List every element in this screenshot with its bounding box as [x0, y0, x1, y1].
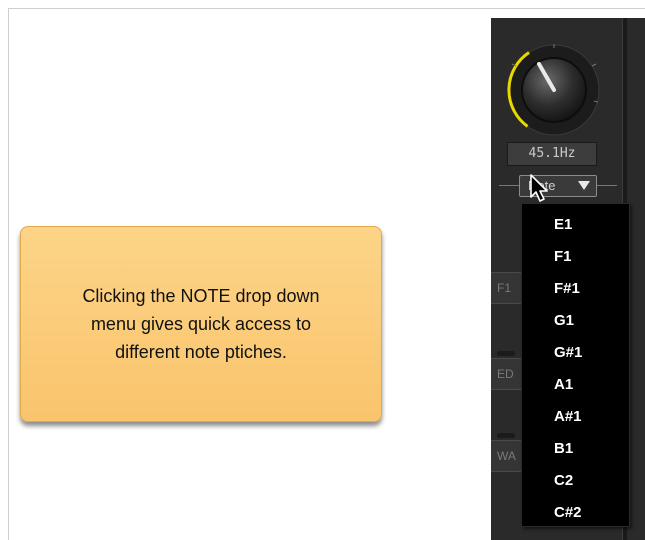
note-option-b1[interactable]: B1: [522, 433, 629, 465]
divider-left: [499, 185, 519, 186]
side-slot-label: ED: [497, 367, 514, 381]
mouse-cursor-icon: [530, 174, 548, 202]
note-dropdown-menu: E1 F1 F#1 G1 G#1 A1 A#1 B1 C2 C#2: [521, 203, 630, 527]
note-option-f1[interactable]: F1: [522, 241, 629, 273]
note-option-a-sharp-1[interactable]: A#1: [522, 401, 629, 433]
note-option-g1[interactable]: G1: [522, 305, 629, 337]
side-slot-f1[interactable]: F1: [491, 272, 522, 304]
note-option-g-sharp-1[interactable]: G#1: [522, 337, 629, 369]
side-slot-ed[interactable]: ED: [491, 351, 522, 390]
divider-right: [595, 185, 617, 186]
callout-text: Clicking the NOTE drop down menu gives q…: [82, 286, 320, 362]
callout-box: Clicking the NOTE drop down menu gives q…: [20, 226, 382, 422]
led-indicator: [497, 351, 515, 356]
frequency-readout: 45.1Hz: [507, 142, 597, 166]
side-slot-label: F1: [497, 281, 512, 295]
note-option-a1[interactable]: A1: [522, 369, 629, 401]
side-slot-wa[interactable]: WA: [491, 433, 522, 472]
note-option-e1[interactable]: E1: [522, 209, 629, 241]
led-indicator: [497, 433, 515, 438]
side-slot-label: WA: [497, 449, 516, 463]
note-option-f-sharp-1[interactable]: F#1: [522, 273, 629, 305]
note-option-c-sharp-2[interactable]: C#2: [522, 497, 629, 529]
note-option-c2[interactable]: C2: [522, 465, 629, 497]
dropdown-arrow-icon: [578, 181, 590, 190]
frequency-knob[interactable]: [506, 42, 602, 143]
